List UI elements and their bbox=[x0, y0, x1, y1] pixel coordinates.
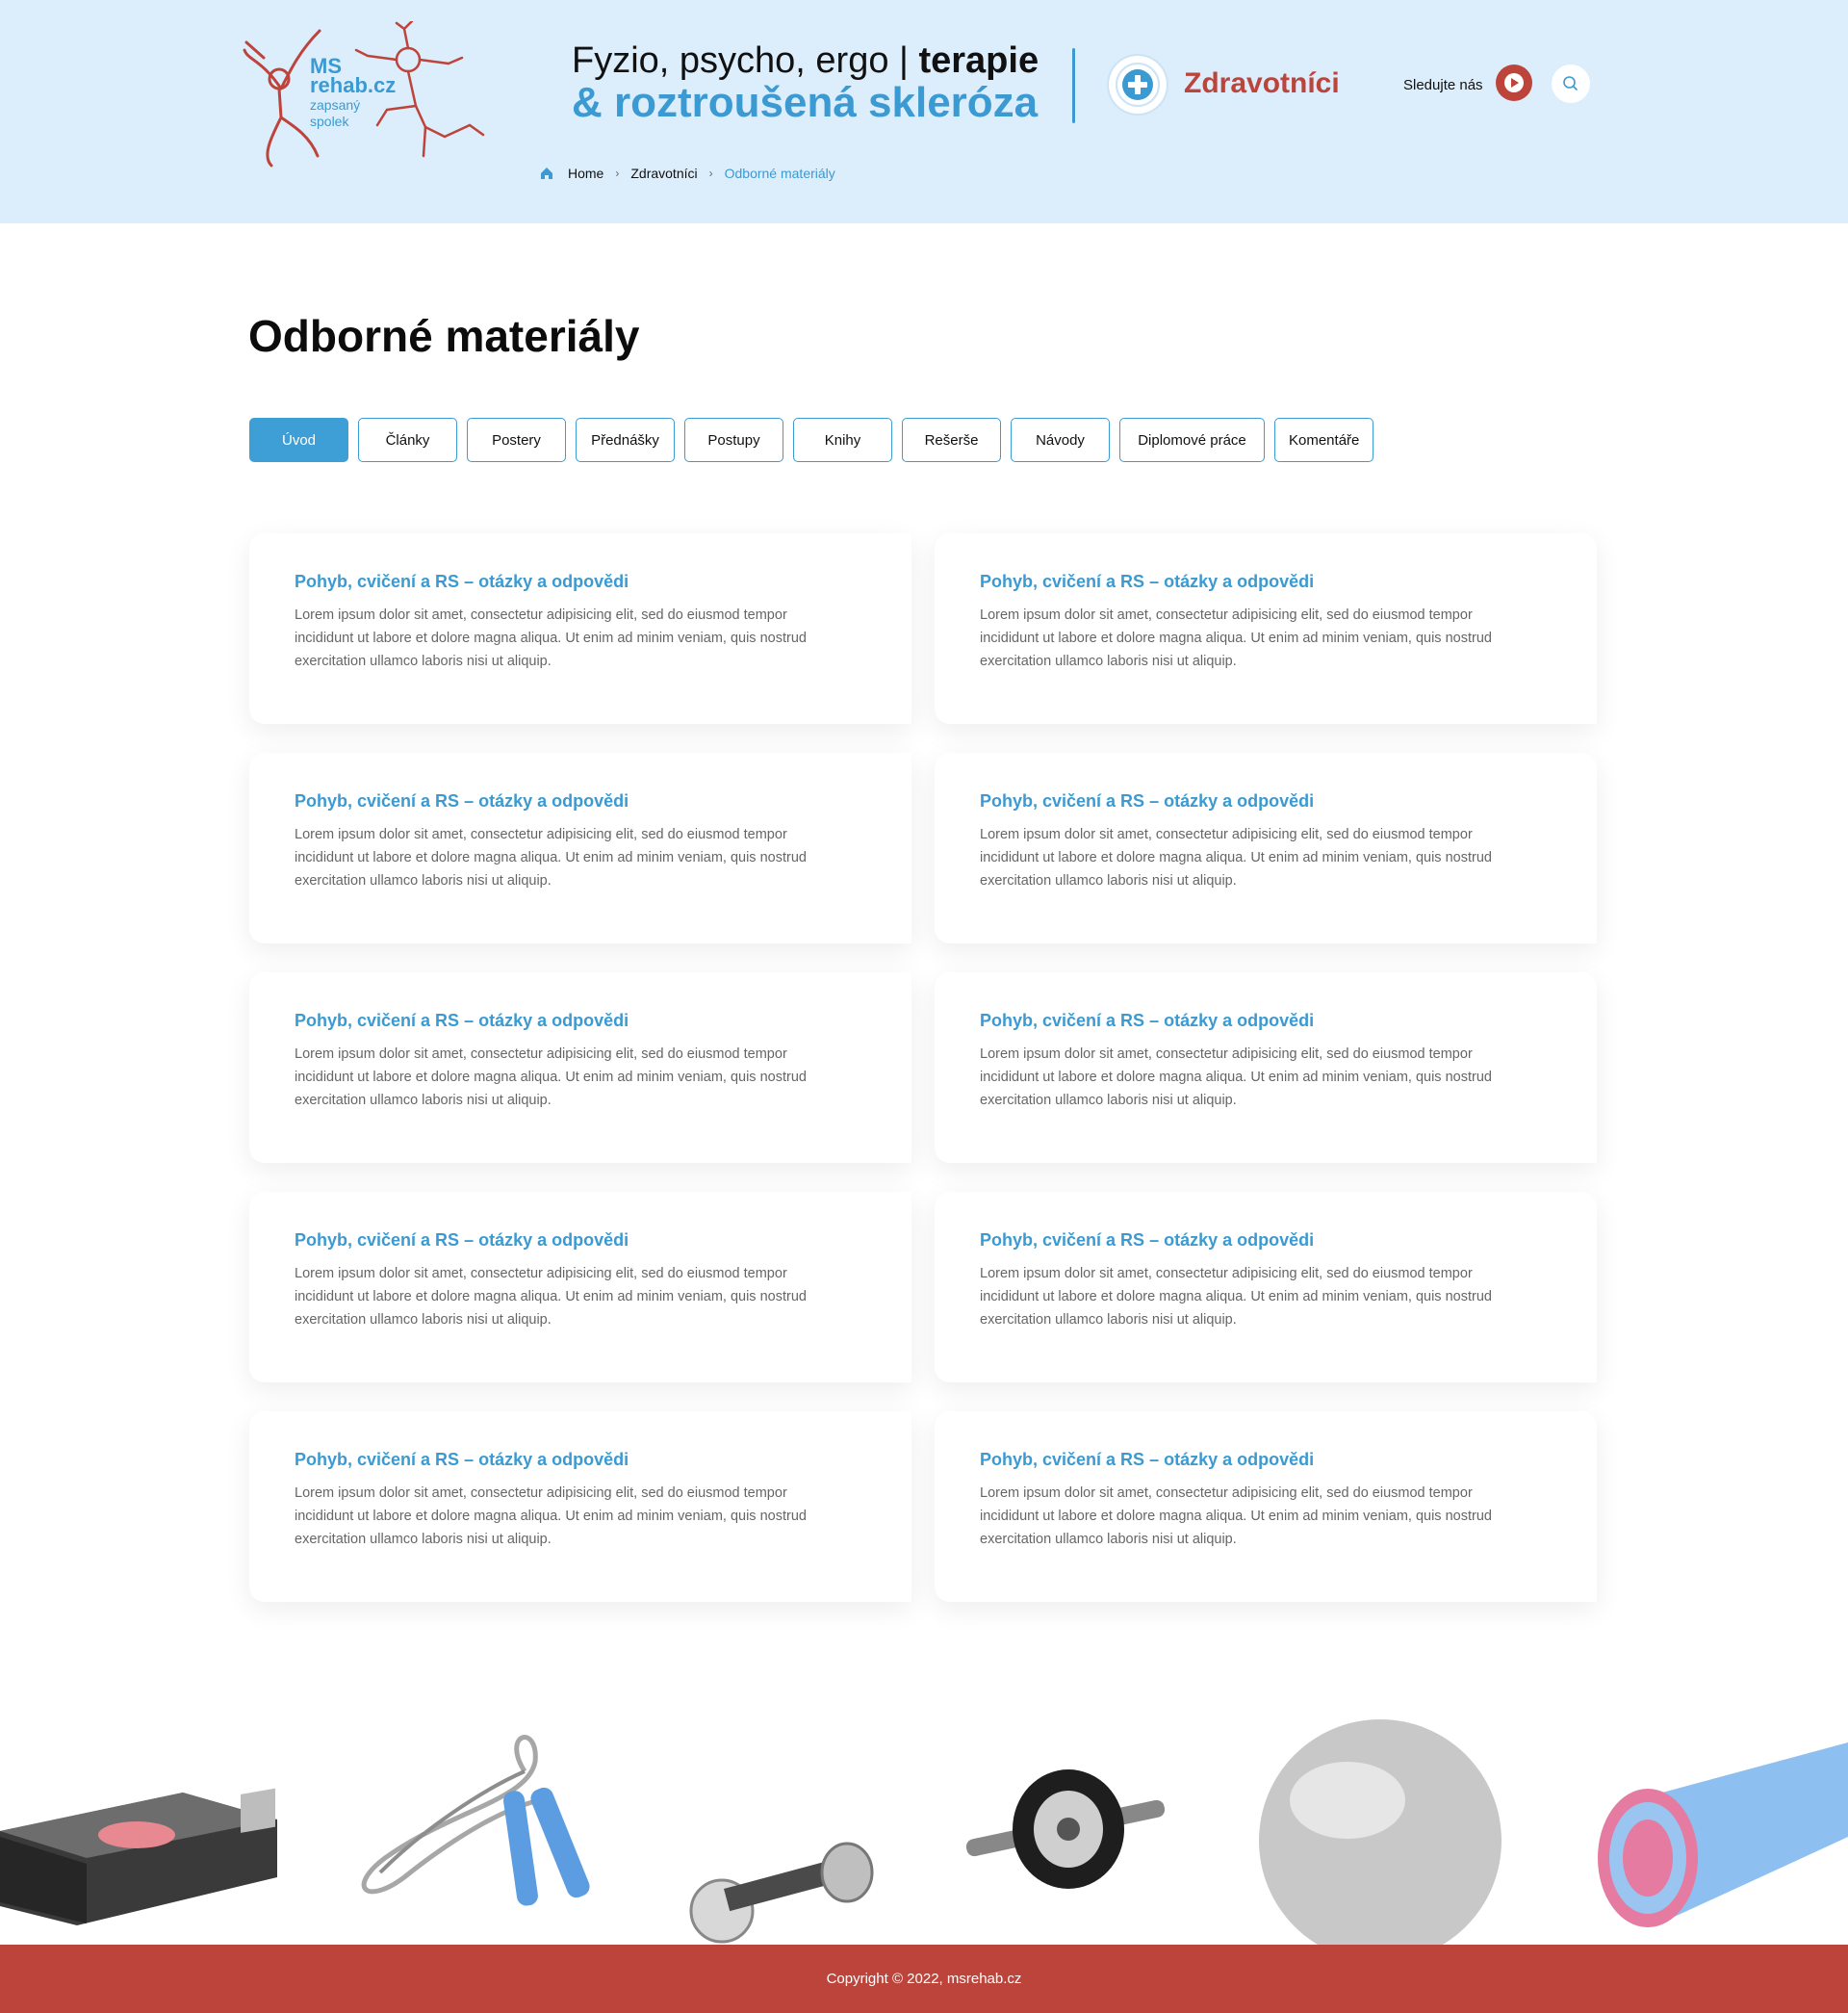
search-icon bbox=[1563, 76, 1578, 90]
logo-wordmark: MS rehab.cz zapsaný spolek bbox=[310, 56, 396, 129]
exercise-ball-icon bbox=[1259, 1719, 1502, 1962]
card-text: Lorem ipsum dolor sit amet, consectetur … bbox=[980, 1266, 1492, 1328]
material-card[interactable]: Pohyb, cvičení a RS – otázky a odpovědi … bbox=[935, 533, 1597, 724]
card-text: Lorem ipsum dolor sit amet, consectetur … bbox=[295, 1266, 807, 1328]
page-title: Odborné materiály bbox=[248, 311, 640, 361]
card-title[interactable]: Pohyb, cvičení a RS – otázky a odpovědi bbox=[980, 572, 1552, 592]
breadcrumb: Home › Zdravotníci › Odborné materiály bbox=[539, 166, 835, 181]
tagline-bold: terapie bbox=[918, 40, 1040, 81]
jump-rope-icon bbox=[361, 1735, 590, 1906]
tab-prednasky[interactable]: Přednášky bbox=[576, 418, 675, 462]
material-card[interactable]: Pohyb, cvičení a RS – otázky a odpovědi … bbox=[249, 533, 911, 724]
medical-cross-icon bbox=[1109, 56, 1167, 114]
home-icon[interactable] bbox=[539, 166, 554, 181]
breadcrumb-home[interactable]: Home bbox=[568, 166, 603, 181]
breadcrumb-current: Odborné materiály bbox=[724, 166, 835, 181]
tab-postery[interactable]: Postery bbox=[467, 418, 566, 462]
logo-sub-1: zapsaný bbox=[310, 97, 361, 113]
tab-komentare[interactable]: Komentáře bbox=[1274, 418, 1374, 462]
card-title[interactable]: Pohyb, cvičení a RS – otázky a odpovědi bbox=[295, 1450, 866, 1470]
card-text: Lorem ipsum dolor sit amet, consectetur … bbox=[295, 607, 807, 669]
material-card[interactable]: Pohyb, cvičení a RS – otázky a odpovědi … bbox=[935, 1192, 1597, 1382]
card-title[interactable]: Pohyb, cvičení a RS – otázky a odpovědi bbox=[295, 791, 866, 812]
site-footer: Copyright © 2022, msrehab.cz bbox=[0, 1945, 1848, 2013]
material-card[interactable]: Pohyb, cvičení a RS – otázky a odpovědi … bbox=[249, 753, 911, 943]
material-card[interactable]: Pohyb, cvičení a RS – otázky a odpovědi … bbox=[935, 1411, 1597, 1602]
site-logo[interactable]: MS rehab.cz zapsaný spolek bbox=[243, 19, 522, 175]
card-text: Lorem ipsum dolor sit amet, consectetur … bbox=[980, 607, 1492, 669]
material-card[interactable]: Pohyb, cvičení a RS – otázky a odpovědi … bbox=[935, 972, 1597, 1163]
breadcrumb-zdravotnici[interactable]: Zdravotníci bbox=[630, 166, 697, 181]
tagline-line-2: & roztroušená skleróza bbox=[572, 79, 1039, 126]
tagline-regular: Fyzio, psycho, ergo | bbox=[572, 40, 919, 81]
card-title[interactable]: Pohyb, cvičení a RS – otázky a odpovědi bbox=[980, 1230, 1552, 1251]
card-title[interactable]: Pohyb, cvičení a RS – otázky a odpovědi bbox=[295, 1230, 866, 1251]
youtube-icon bbox=[1504, 73, 1524, 92]
card-title[interactable]: Pohyb, cvičení a RS – otázky a odpovědi bbox=[980, 1450, 1552, 1470]
equipment-banner bbox=[0, 1714, 1848, 1962]
material-card[interactable]: Pohyb, cvičení a RS – otázky a odpovědi … bbox=[249, 1192, 911, 1382]
material-card[interactable]: Pohyb, cvičení a RS – otázky a odpovědi … bbox=[935, 753, 1597, 943]
tagline-line-1: Fyzio, psycho, ergo | terapie bbox=[572, 40, 1039, 82]
tab-diplomove-prace[interactable]: Diplomové práce bbox=[1119, 418, 1265, 462]
card-title[interactable]: Pohyb, cvičení a RS – otázky a odpovědi bbox=[295, 1011, 866, 1031]
site-tagline: Fyzio, psycho, ergo | terapie & roztrouš… bbox=[572, 40, 1039, 124]
material-card[interactable]: Pohyb, cvičení a RS – otázky a odpovědi … bbox=[249, 1411, 911, 1602]
materials-grid: Pohyb, cvičení a RS – otázky a odpovědi … bbox=[249, 533, 1597, 1602]
chevron-right-icon: › bbox=[615, 167, 620, 180]
youtube-button[interactable] bbox=[1496, 65, 1532, 101]
tab-postupy[interactable]: Postupy bbox=[684, 418, 783, 462]
logo-rehab: rehab.cz bbox=[310, 73, 397, 97]
card-title[interactable]: Pohyb, cvičení a RS – otázky a odpovědi bbox=[980, 1011, 1552, 1031]
category-tabs: Úvod Články Postery Přednášky Postupy Kn… bbox=[249, 418, 1374, 462]
chevron-right-icon: › bbox=[708, 167, 713, 180]
card-text: Lorem ipsum dolor sit amet, consectetur … bbox=[980, 1485, 1492, 1547]
card-text: Lorem ipsum dolor sit amet, consectetur … bbox=[295, 1046, 807, 1108]
header-divider bbox=[1072, 48, 1075, 123]
card-text: Lorem ipsum dolor sit amet, consectetur … bbox=[980, 827, 1492, 889]
tab-clanky[interactable]: Články bbox=[358, 418, 457, 462]
search-button[interactable] bbox=[1552, 65, 1590, 103]
card-title[interactable]: Pohyb, cvičení a RS – otázky a odpovědi bbox=[980, 791, 1552, 812]
follow-label: Sledujte nás bbox=[1403, 77, 1483, 93]
dumbbell-icon bbox=[689, 1842, 874, 1944]
material-card[interactable]: Pohyb, cvičení a RS – otázky a odpovědi … bbox=[249, 972, 911, 1163]
section-title[interactable]: Zdravotníci bbox=[1184, 67, 1340, 100]
copyright-text: Copyright © 2022, msrehab.cz bbox=[826, 1971, 1022, 1987]
yoga-mat-icon bbox=[1598, 1742, 1848, 1927]
card-text: Lorem ipsum dolor sit amet, consectetur … bbox=[295, 1485, 807, 1547]
site-header: MS rehab.cz zapsaný spolek Fyzio, psycho… bbox=[0, 0, 1848, 223]
step-platform-icon bbox=[0, 1788, 277, 1925]
card-title[interactable]: Pohyb, cvičení a RS – otázky a odpovědi bbox=[295, 572, 866, 592]
tab-knihy[interactable]: Knihy bbox=[793, 418, 892, 462]
ab-wheel-icon bbox=[965, 1769, 1166, 1889]
card-text: Lorem ipsum dolor sit amet, consectetur … bbox=[295, 827, 807, 889]
card-text: Lorem ipsum dolor sit amet, consectetur … bbox=[980, 1046, 1492, 1108]
tab-uvod[interactable]: Úvod bbox=[249, 418, 348, 462]
logo-sub-2: spolek bbox=[310, 114, 349, 129]
tab-reserse[interactable]: Rešerše bbox=[902, 418, 1001, 462]
tab-navody[interactable]: Návody bbox=[1011, 418, 1110, 462]
